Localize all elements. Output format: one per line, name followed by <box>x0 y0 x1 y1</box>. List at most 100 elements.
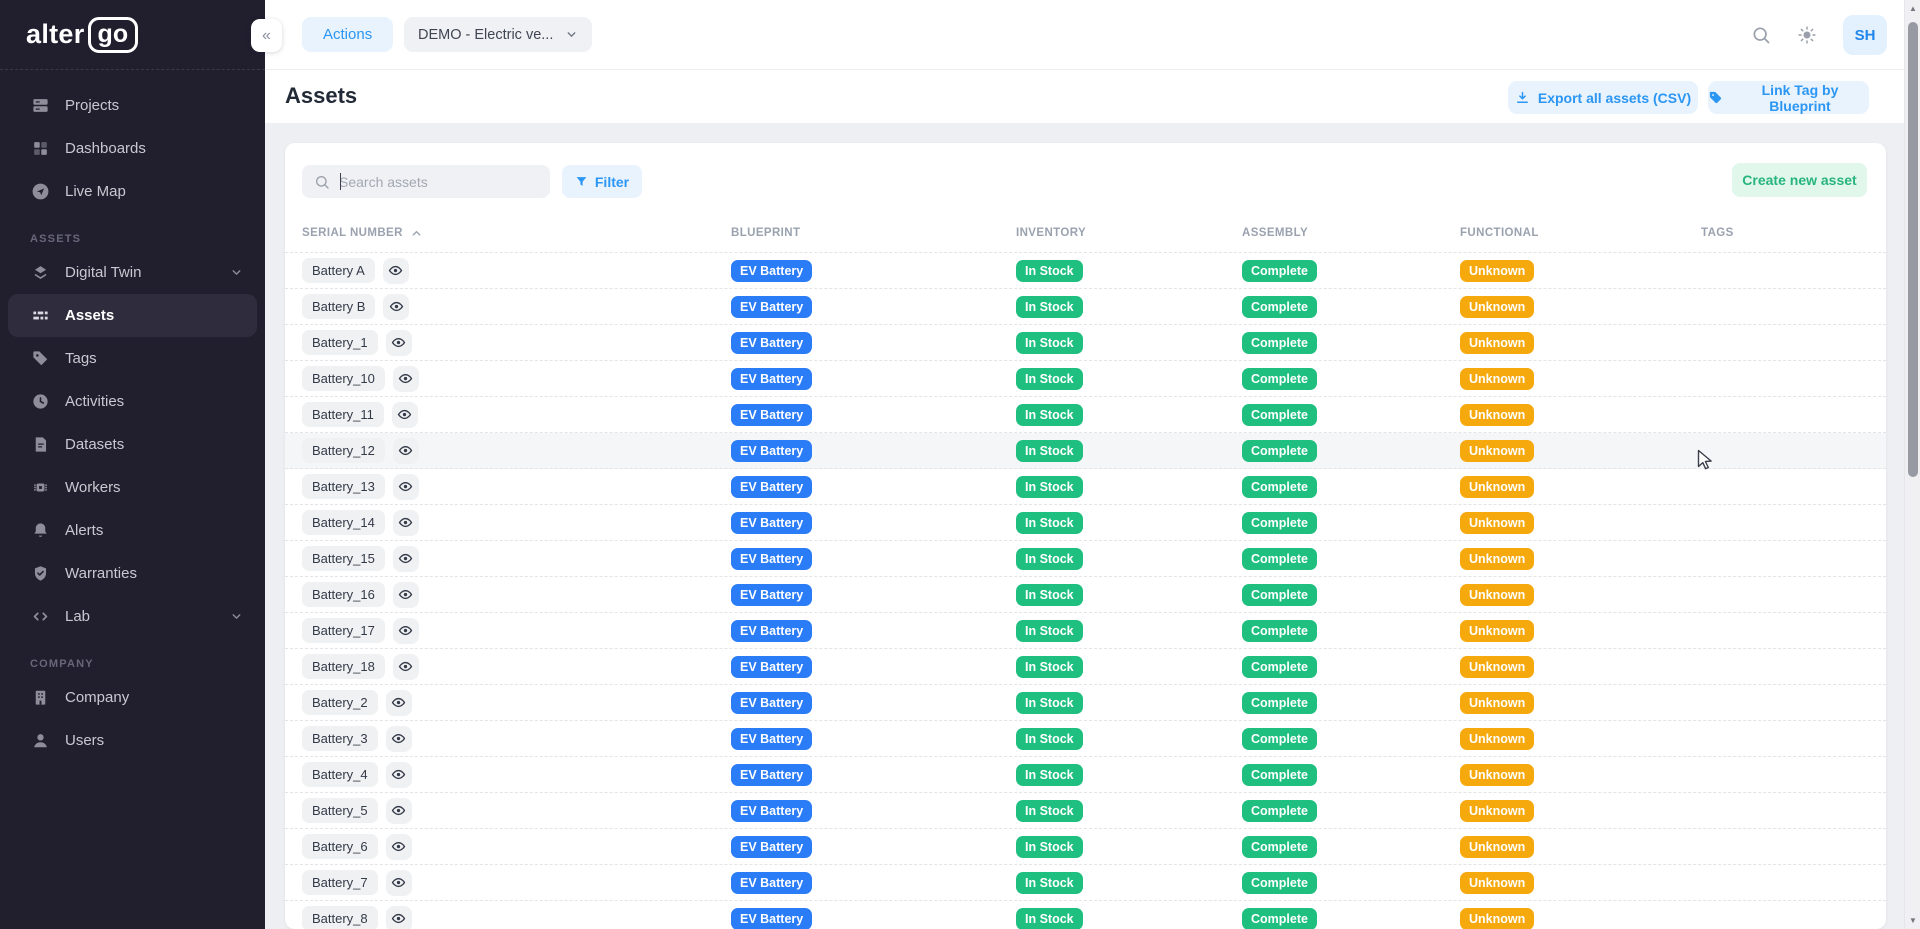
project-selector-dropdown[interactable]: DEMO - Electric ve... <box>404 17 592 52</box>
blueprint-badge[interactable]: EV Battery <box>731 692 812 714</box>
user-avatar[interactable]: SH <box>1843 15 1887 55</box>
view-asset-button[interactable] <box>383 294 409 320</box>
sidebar-item-warranties[interactable]: Warranties <box>0 552 265 595</box>
column-header-tags[interactable]: TAGS <box>1701 227 1734 239</box>
table-row[interactable]: Battery_11 EV Battery In Stock Complete … <box>285 397 1886 433</box>
table-row[interactable]: Battery_7 EV Battery In Stock Complete U… <box>285 865 1886 901</box>
sidebar-item-company[interactable]: Company <box>0 676 265 719</box>
table-row[interactable]: Battery_2 EV Battery In Stock Complete U… <box>285 685 1886 721</box>
table-row[interactable]: Battery_3 EV Battery In Stock Complete U… <box>285 721 1886 757</box>
serial-number-chip[interactable]: Battery_2 <box>302 690 378 715</box>
table-row[interactable]: Battery_17 EV Battery In Stock Complete … <box>285 613 1886 649</box>
sidebar-item-digital-twin[interactable]: Digital Twin <box>0 251 265 294</box>
serial-number-chip[interactable]: Battery_6 <box>302 834 378 859</box>
serial-number-chip[interactable]: Battery_12 <box>302 438 385 463</box>
table-row[interactable]: Battery_6 EV Battery In Stock Complete U… <box>285 829 1886 865</box>
sidebar-collapse-button[interactable]: « <box>251 19 282 52</box>
serial-number-chip[interactable]: Battery A <box>302 258 375 283</box>
sidebar-item-dashboards[interactable]: Dashboards <box>0 127 265 170</box>
column-header-serial-number[interactable]: SERIAL NUMBER <box>302 227 422 239</box>
table-row[interactable]: Battery_8 EV Battery In Stock Complete U… <box>285 901 1886 929</box>
serial-number-chip[interactable]: Battery B <box>302 294 375 319</box>
view-asset-button[interactable] <box>393 654 419 680</box>
link-tag-by-blueprint-button[interactable]: Link Tag by Blueprint <box>1708 81 1869 114</box>
serial-number-chip[interactable]: Battery_14 <box>302 510 385 535</box>
blueprint-badge[interactable]: EV Battery <box>731 620 812 642</box>
table-row[interactable]: Battery_1 EV Battery In Stock Complete U… <box>285 325 1886 361</box>
view-asset-button[interactable] <box>393 474 419 500</box>
sidebar-item-workers[interactable]: Workers <box>0 466 265 509</box>
table-row[interactable]: Battery_18 EV Battery In Stock Complete … <box>285 649 1886 685</box>
view-asset-button[interactable] <box>393 438 419 464</box>
create-new-asset-button[interactable]: Create new asset <box>1732 163 1867 197</box>
table-row[interactable]: Battery_12 EV Battery In Stock Complete … <box>285 433 1886 469</box>
view-asset-button[interactable] <box>386 834 412 860</box>
view-asset-button[interactable] <box>393 546 419 572</box>
blueprint-badge[interactable]: EV Battery <box>731 800 812 822</box>
view-asset-button[interactable] <box>393 618 419 644</box>
serial-number-chip[interactable]: Battery_17 <box>302 618 385 643</box>
table-row[interactable]: Battery_5 EV Battery In Stock Complete U… <box>285 793 1886 829</box>
view-asset-button[interactable] <box>386 690 412 716</box>
blueprint-badge[interactable]: EV Battery <box>731 512 812 534</box>
serial-number-chip[interactable]: Battery_15 <box>302 546 385 571</box>
view-asset-button[interactable] <box>386 798 412 824</box>
view-asset-button[interactable] <box>393 366 419 392</box>
sidebar-item-datasets[interactable]: Datasets <box>0 423 265 466</box>
sidebar-item-alerts[interactable]: Alerts <box>0 509 265 552</box>
assets-search-input[interactable] <box>339 174 519 190</box>
serial-number-chip[interactable]: Battery_11 <box>302 402 384 427</box>
scrollbar-thumb[interactable] <box>1908 22 1918 477</box>
serial-number-chip[interactable]: Battery_18 <box>302 654 385 679</box>
blueprint-badge[interactable]: EV Battery <box>731 332 812 354</box>
table-row[interactable]: Battery_16 EV Battery In Stock Complete … <box>285 577 1886 613</box>
view-asset-button[interactable] <box>383 258 409 284</box>
sidebar-item-activities[interactable]: Activities <box>0 380 265 423</box>
serial-number-chip[interactable]: Battery_16 <box>302 582 385 607</box>
table-row[interactable]: Battery_15 EV Battery In Stock Complete … <box>285 541 1886 577</box>
blueprint-badge[interactable]: EV Battery <box>731 764 812 786</box>
view-asset-button[interactable] <box>386 870 412 896</box>
blueprint-badge[interactable]: EV Battery <box>731 260 812 282</box>
blueprint-badge[interactable]: EV Battery <box>731 368 812 390</box>
vertical-scrollbar[interactable]: ▲ ▼ <box>1904 0 1920 929</box>
serial-number-chip[interactable]: Battery_5 <box>302 798 378 823</box>
table-row[interactable]: Battery_4 EV Battery In Stock Complete U… <box>285 757 1886 793</box>
sidebar-item-lab[interactable]: Lab <box>0 595 265 638</box>
blueprint-badge[interactable]: EV Battery <box>731 584 812 606</box>
serial-number-chip[interactable]: Battery_10 <box>302 366 385 391</box>
serial-number-chip[interactable]: Battery_4 <box>302 762 378 787</box>
serial-number-chip[interactable]: Battery_3 <box>302 726 378 751</box>
blueprint-badge[interactable]: EV Battery <box>731 836 812 858</box>
view-asset-button[interactable] <box>386 726 412 752</box>
view-asset-button[interactable] <box>392 402 418 428</box>
view-asset-button[interactable] <box>386 330 412 356</box>
actions-button[interactable]: Actions <box>302 17 393 52</box>
blueprint-badge[interactable]: EV Battery <box>731 908 812 929</box>
serial-number-chip[interactable]: Battery_1 <box>302 330 378 355</box>
export-assets-button[interactable]: Export all assets (CSV) <box>1508 81 1698 114</box>
sidebar-item-users[interactable]: Users <box>0 719 265 762</box>
table-row[interactable]: Battery B EV Battery In Stock Complete U… <box>285 289 1886 325</box>
sidebar-item-tags[interactable]: Tags <box>0 337 265 380</box>
view-asset-button[interactable] <box>393 510 419 536</box>
column-header-assembly[interactable]: ASSEMBLY <box>1242 227 1308 239</box>
blueprint-badge[interactable]: EV Battery <box>731 728 812 750</box>
blueprint-badge[interactable]: EV Battery <box>731 296 812 318</box>
table-row[interactable]: Battery_10 EV Battery In Stock Complete … <box>285 361 1886 397</box>
blueprint-badge[interactable]: EV Battery <box>731 872 812 894</box>
serial-number-chip[interactable]: Battery_8 <box>302 906 378 929</box>
table-row[interactable]: Battery_13 EV Battery In Stock Complete … <box>285 469 1886 505</box>
blueprint-badge[interactable]: EV Battery <box>731 440 812 462</box>
table-row[interactable]: Battery A EV Battery In Stock Complete U… <box>285 253 1886 289</box>
view-asset-button[interactable] <box>386 762 412 788</box>
column-header-blueprint[interactable]: BLUEPRINT <box>731 227 800 239</box>
sidebar-item-assets[interactable]: Assets <box>8 294 257 337</box>
theme-toggle-button[interactable] <box>1797 25 1817 45</box>
serial-number-chip[interactable]: Battery_7 <box>302 870 378 895</box>
scrollbar-down-arrow-icon[interactable]: ▼ <box>1905 916 1920 925</box>
global-search-button[interactable] <box>1751 25 1771 45</box>
sidebar-item-live-map[interactable]: Live Map <box>0 170 265 213</box>
serial-number-chip[interactable]: Battery_13 <box>302 474 385 499</box>
blueprint-badge[interactable]: EV Battery <box>731 548 812 570</box>
